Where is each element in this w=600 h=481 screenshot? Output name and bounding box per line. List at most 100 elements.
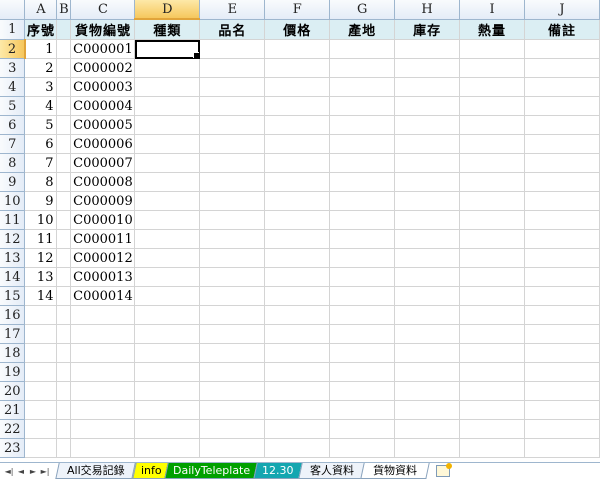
row-header-20[interactable]: 20 [0,381,26,401]
cell-c22[interactable] [70,419,136,439]
row-header-5[interactable]: 5 [0,96,26,116]
cell-e19[interactable] [199,362,266,382]
cell-h23[interactable] [394,438,461,458]
cell-e6[interactable] [199,115,266,135]
cell-i19[interactable] [459,362,525,382]
cell-b19[interactable] [56,362,72,382]
cell-j1[interactable]: 備註 [524,19,600,40]
cell-g16[interactable] [329,305,396,325]
cell-e13[interactable] [199,248,266,268]
cell-a10[interactable]: 9 [24,191,58,211]
cell-f16[interactable] [264,305,331,325]
cell-f6[interactable] [264,115,331,135]
cell-a2[interactable]: 1 [24,39,58,59]
cell-g3[interactable] [329,58,396,78]
cell-f8[interactable] [264,153,331,173]
cell-g17[interactable] [329,324,396,344]
cell-f14[interactable] [264,267,331,287]
cell-f12[interactable] [264,229,331,249]
cell-d21[interactable] [134,400,201,420]
cell-h16[interactable] [394,305,461,325]
cell-c12[interactable]: C000011 [70,229,136,249]
cell-j2[interactable] [524,39,600,59]
cell-c4[interactable]: C000003 [70,77,136,97]
cell-j13[interactable] [524,248,600,268]
cell-a19[interactable] [24,362,58,382]
cell-i6[interactable] [459,115,525,135]
row-header-23[interactable]: 23 [0,438,26,458]
insert-sheet-icon[interactable] [436,463,452,477]
column-header-a[interactable]: A [24,0,58,20]
cell-b16[interactable] [56,305,72,325]
cell-j20[interactable] [524,381,600,401]
cell-f21[interactable] [264,400,331,420]
cell-j16[interactable] [524,305,600,325]
cell-f1[interactable]: 價格 [264,19,331,40]
cell-d2[interactable] [134,39,201,59]
cell-d8[interactable] [134,153,201,173]
cell-b3[interactable] [56,58,72,78]
sheet-tab[interactable]: 12.30 [253,463,303,479]
row-header-6[interactable]: 6 [0,115,26,135]
cell-b8[interactable] [56,153,72,173]
cell-h5[interactable] [394,96,461,116]
cell-g4[interactable] [329,77,396,97]
cell-h4[interactable] [394,77,461,97]
cell-e3[interactable] [199,58,266,78]
cell-c11[interactable]: C000010 [70,210,136,230]
cell-a12[interactable]: 11 [24,229,58,249]
cell-j17[interactable] [524,324,600,344]
cell-i20[interactable] [459,381,525,401]
cell-j15[interactable] [524,286,600,306]
sheet-tab[interactable]: DailyTeleplate [164,463,258,479]
cell-j12[interactable] [524,229,600,249]
cell-i1[interactable]: 熱量 [459,19,525,40]
cell-h9[interactable] [394,172,461,192]
cell-h12[interactable] [394,229,461,249]
last-icon[interactable]: ►| [39,466,51,478]
cell-e18[interactable] [199,343,266,363]
cell-a7[interactable]: 6 [24,134,58,154]
cell-d10[interactable] [134,191,201,211]
cell-i11[interactable] [459,210,525,230]
cell-b17[interactable] [56,324,72,344]
prev-icon[interactable]: ◄ [15,466,27,478]
cell-f20[interactable] [264,381,331,401]
cell-h17[interactable] [394,324,461,344]
cell-i16[interactable] [459,305,525,325]
cell-j19[interactable] [524,362,600,382]
cell-a23[interactable] [24,438,58,458]
cell-j8[interactable] [524,153,600,173]
cell-d14[interactable] [134,267,201,287]
cell-f2[interactable] [264,39,331,59]
cell-h13[interactable] [394,248,461,268]
cell-i15[interactable] [459,286,525,306]
cell-j5[interactable] [524,96,600,116]
cell-i9[interactable] [459,172,525,192]
cell-c15[interactable]: C000014 [70,286,136,306]
cell-b12[interactable] [56,229,72,249]
cell-d23[interactable] [134,438,201,458]
cell-a6[interactable]: 5 [24,115,58,135]
cell-c1[interactable]: 貨物編號 [70,19,136,40]
cell-f13[interactable] [264,248,331,268]
row-header-7[interactable]: 7 [0,134,26,154]
column-header-f[interactable]: F [264,0,331,20]
cell-f18[interactable] [264,343,331,363]
cell-e21[interactable] [199,400,266,420]
cell-c18[interactable] [70,343,136,363]
cell-c6[interactable]: C000005 [70,115,136,135]
row-header-8[interactable]: 8 [0,153,26,173]
cell-e9[interactable] [199,172,266,192]
row-header-9[interactable]: 9 [0,172,26,192]
cell-b15[interactable] [56,286,72,306]
cell-g22[interactable] [329,419,396,439]
cell-h11[interactable] [394,210,461,230]
cell-b23[interactable] [56,438,72,458]
cell-j7[interactable] [524,134,600,154]
cell-c2[interactable]: C000001 [70,39,136,59]
cell-i18[interactable] [459,343,525,363]
cell-i2[interactable] [459,39,525,59]
cell-d20[interactable] [134,381,201,401]
cell-d5[interactable] [134,96,201,116]
